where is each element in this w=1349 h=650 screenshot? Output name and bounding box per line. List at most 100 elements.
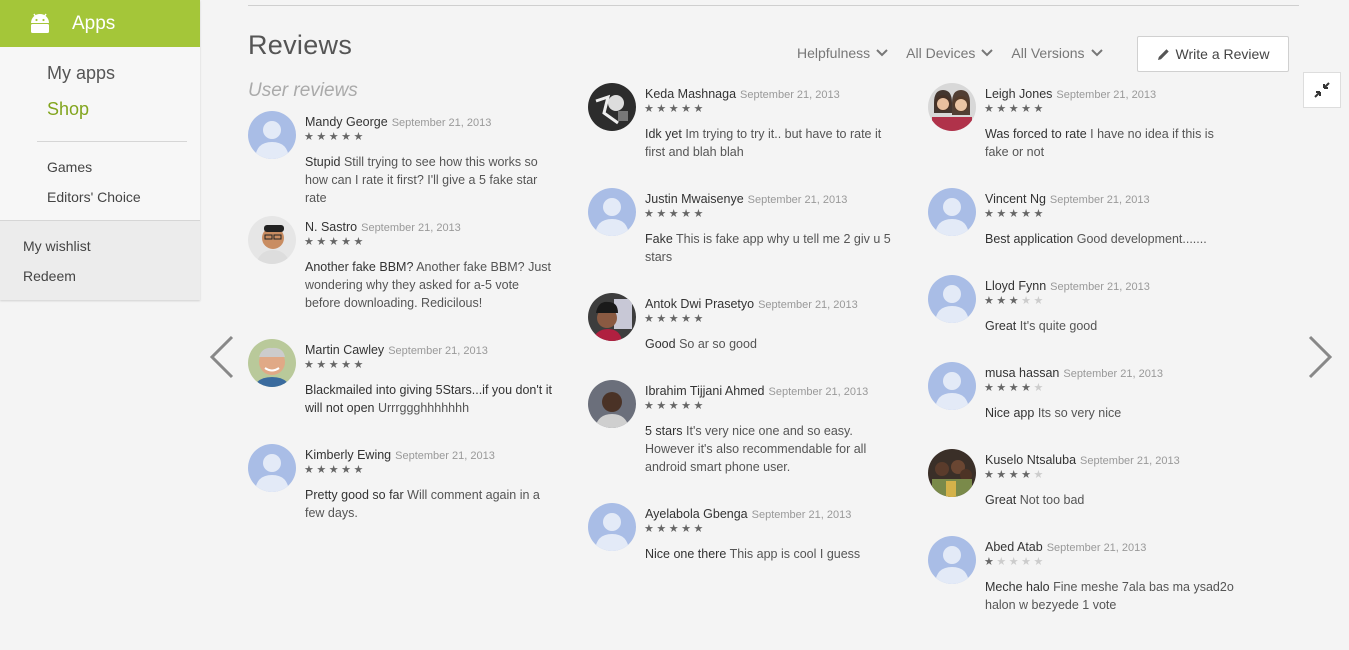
avatar[interactable] <box>928 188 976 236</box>
avatar[interactable] <box>588 503 636 551</box>
star-icon: ★ <box>693 313 706 325</box>
review-body: Its so very nice <box>1037 406 1122 420</box>
star-rating: ★★★★★ <box>644 208 706 220</box>
filter-label: All Devices <box>906 45 976 61</box>
avatar[interactable] <box>928 275 976 323</box>
chevron-left-icon[interactable] <box>208 335 236 379</box>
sidebar-item-editors-choice[interactable]: Editors' Choice <box>0 185 200 215</box>
review-title: Was forced to rate <box>985 127 1087 141</box>
review-meta: Kuselo Ntsaluba September 21, 2013 <box>985 451 1180 469</box>
reviewer-name[interactable]: Vincent Ng <box>985 192 1046 206</box>
write-review-button[interactable]: Write a Review <box>1137 36 1289 72</box>
avatar[interactable] <box>248 111 296 159</box>
avatar[interactable] <box>248 339 296 387</box>
review-date: September 21, 2013 <box>758 299 858 311</box>
review-meta: Vincent Ng September 21, 2013 <box>985 190 1150 208</box>
star-icon: ★ <box>984 103 997 115</box>
star-icon: ★ <box>693 103 706 115</box>
sidebar-item-my-wishlist[interactable]: My wishlist <box>0 234 200 264</box>
user-reviews-heading: User reviews <box>248 80 358 101</box>
avatar[interactable] <box>248 444 296 492</box>
avatar[interactable] <box>928 362 976 410</box>
sidebar-item-games[interactable]: Games <box>0 155 200 185</box>
chevron-down-icon <box>1090 49 1103 57</box>
review-date: September 21, 2013 <box>1049 194 1150 206</box>
reviewer-name[interactable]: Justin Mwaisenye <box>645 192 744 206</box>
star-icon: ★ <box>1008 556 1022 568</box>
avatar[interactable] <box>928 83 976 131</box>
review-date: September 21, 2013 <box>388 345 488 357</box>
star-rating: ★★★★★ <box>984 208 1046 220</box>
star-icon: ★ <box>996 469 1009 481</box>
reviewer-name[interactable]: Ayelabola Gbenga <box>645 507 748 521</box>
pencil-icon <box>1157 48 1169 60</box>
collapse-button[interactable] <box>1303 72 1341 108</box>
review-meta: Kimberly Ewing September 21, 2013 <box>305 446 495 464</box>
review-body: Urrrggghhhhhhh <box>377 401 470 415</box>
avatar[interactable] <box>248 216 296 264</box>
chevron-right-icon[interactable] <box>1306 335 1334 379</box>
review-body: So ar so good <box>679 337 757 351</box>
sidebar-item-redeem[interactable]: Redeem <box>0 264 200 294</box>
avatar[interactable] <box>928 449 976 497</box>
apps-header[interactable]: Apps <box>0 0 200 47</box>
sidebar-item-shop[interactable]: Shop <box>0 97 200 133</box>
review-text: Another fake BBM? Another fake BBM? Just… <box>305 258 555 312</box>
star-icon: ★ <box>668 103 682 115</box>
reviewer-name[interactable]: musa hassan <box>985 366 1059 380</box>
review-date: September 21, 2013 <box>1063 368 1164 380</box>
reviewer-name[interactable]: Keda Mashnaga <box>645 87 736 101</box>
avatar[interactable] <box>588 188 636 236</box>
collapse-icon <box>1314 82 1330 98</box>
reviewer-name[interactable]: N. Sastro <box>305 220 357 234</box>
avatar[interactable] <box>588 83 636 131</box>
review-filters: Helpfulness All Devices All Versions <box>797 45 1103 61</box>
star-icon: ★ <box>996 208 1009 220</box>
star-icon: ★ <box>1033 469 1046 481</box>
filter-label: Helpfulness <box>797 45 871 61</box>
star-rating: ★★★★★ <box>984 295 1046 307</box>
reviewer-name[interactable]: Martin Cawley <box>305 343 384 357</box>
review-meta: Ibrahim Tijjani Ahmed September 21, 2013 <box>645 382 868 400</box>
star-icon: ★ <box>681 523 694 535</box>
star-rating: ★★★★★ <box>304 236 366 248</box>
star-icon: ★ <box>681 400 694 412</box>
review-text: Pretty good so far Will comment again in… <box>305 486 555 522</box>
sidebar-divider <box>37 141 187 142</box>
star-icon: ★ <box>996 295 1009 307</box>
reviewer-name[interactable]: Lloyd Fynn <box>985 279 1046 293</box>
review-body: This is fake app why u tell me 2 giv u 5… <box>645 232 891 264</box>
reviewer-name[interactable]: Ibrahim Tijjani Ahmed <box>645 384 765 398</box>
reviewer-name[interactable]: Abed Atab <box>985 540 1043 554</box>
review-text: Stupid Still trying to see how this work… <box>305 153 555 207</box>
filter-all-versions[interactable]: All Versions <box>1011 45 1103 61</box>
review-meta: Abed Atab September 21, 2013 <box>985 538 1146 556</box>
reviewer-name[interactable]: Kimberly Ewing <box>305 448 391 462</box>
review-body: This app is cool I guess <box>729 547 861 561</box>
avatar[interactable] <box>928 536 976 584</box>
review-meta: Ayelabola Gbenga September 21, 2013 <box>645 505 851 523</box>
filter-all-devices[interactable]: All Devices <box>906 45 994 61</box>
reviewer-name[interactable]: Kuselo Ntsaluba <box>985 453 1076 467</box>
review-title: Idk yet <box>645 127 682 141</box>
reviewer-name[interactable]: Leigh Jones <box>985 87 1052 101</box>
star-icon: ★ <box>644 103 657 115</box>
star-icon: ★ <box>1021 208 1034 220</box>
star-icon: ★ <box>656 103 669 115</box>
star-icon: ★ <box>984 469 997 481</box>
star-icon: ★ <box>1021 556 1034 568</box>
sidebar-item-my-apps[interactable]: My apps <box>0 61 200 97</box>
reviewer-name[interactable]: Mandy George <box>305 115 388 129</box>
avatar[interactable] <box>588 293 636 341</box>
review-title: Best application <box>985 232 1074 246</box>
reviewer-name[interactable]: Antok Dwi Prasetyo <box>645 297 754 311</box>
star-icon: ★ <box>1021 295 1034 307</box>
avatar[interactable] <box>588 380 636 428</box>
review-date: September 21, 2013 <box>768 386 869 398</box>
star-icon: ★ <box>328 236 342 248</box>
star-icon: ★ <box>304 464 317 476</box>
review-meta: Keda Mashnaga September 21, 2013 <box>645 85 840 103</box>
star-icon: ★ <box>668 313 682 325</box>
review-body: Still trying to see how this works so ho… <box>305 155 538 205</box>
filter-helpfulness[interactable]: Helpfulness <box>797 45 888 61</box>
